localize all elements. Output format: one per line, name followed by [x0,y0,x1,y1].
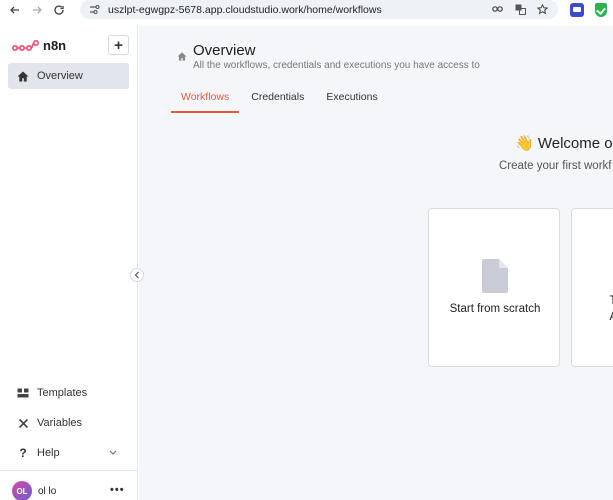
sidebar-item-templates[interactable]: Templates [8,380,129,406]
tab-executions[interactable]: Executions [316,88,387,113]
n8n-logo-icon [12,39,39,51]
card-label-line1: Test [609,295,613,307]
tab-credentials[interactable]: Credentials [241,88,314,113]
chevron-left-icon [134,271,139,279]
collapse-sidebar-button[interactable] [130,268,144,282]
more-options-icon[interactable]: ••• [110,484,125,496]
sidebar-item-label: Overview [37,70,83,82]
back-arrow-icon[interactable] [8,3,22,17]
translate-icon[interactable] [514,3,526,15]
help-icon: ? [19,446,27,460]
sidebar-item-label: Variables [37,417,83,429]
extension-icon[interactable] [570,3,584,17]
start-from-scratch-card[interactable]: Start from scratch [428,208,560,367]
sidebar-item-overview[interactable]: Overview [8,63,129,89]
card-label: Start from scratch [449,303,541,315]
sidebar-item-label: Templates [37,387,88,399]
sidebar-item-help[interactable]: ? Help [8,440,129,466]
avatar: OL [12,481,32,500]
main-content: Overview All the workflows, credentials … [139,26,613,500]
page-subtitle: All the workflows, credentials and execu… [193,60,480,71]
reload-icon[interactable] [52,3,66,17]
card-label-line2: AI A [590,309,613,325]
tab-workflows[interactable]: Workflows [171,88,240,113]
card-label: Test AI A [590,293,613,325]
add-button[interactable]: + [108,35,129,55]
n8n-logo[interactable]: n8n [12,38,66,53]
variables-icon [16,418,30,429]
forward-arrow-icon[interactable] [30,3,44,17]
document-icon [482,259,508,293]
templates-icon [16,388,30,398]
home-icon [177,52,187,64]
sidebar-item-variables[interactable]: Variables [8,410,129,436]
user-name: ol lo [38,485,57,497]
sidebar: n8n + Overview Templates Variables ? Hel… [0,26,138,500]
welcome-heading: 👋 Welcome ol! [515,135,613,152]
plus-icon: + [114,36,123,54]
sidebar-item-label: Help [37,447,60,459]
url-text: uszlpt-egwgpz-5678.app.cloudstudio.work/… [108,3,382,16]
test-ai-agent-card[interactable]: Test AI A [571,208,613,367]
home-icon [16,71,30,82]
shield-check-icon[interactable] [595,3,607,17]
bookmark-star-icon[interactable] [536,3,548,15]
page-title: Overview [193,42,256,59]
chevron-down-icon [109,448,117,458]
create-first-text: Create your first workf [499,160,612,172]
tab-bar: Workflows Credentials Executions [171,88,390,113]
brand-name: n8n [43,38,67,53]
site-settings-icon[interactable] [88,4,100,16]
sidebar-divider [0,470,138,471]
user-menu[interactable]: OL ol lo [12,481,56,500]
address-bar[interactable]: uszlpt-egwgpz-5678.app.cloudstudio.work/… [80,0,558,19]
key-icon[interactable] [492,3,504,15]
